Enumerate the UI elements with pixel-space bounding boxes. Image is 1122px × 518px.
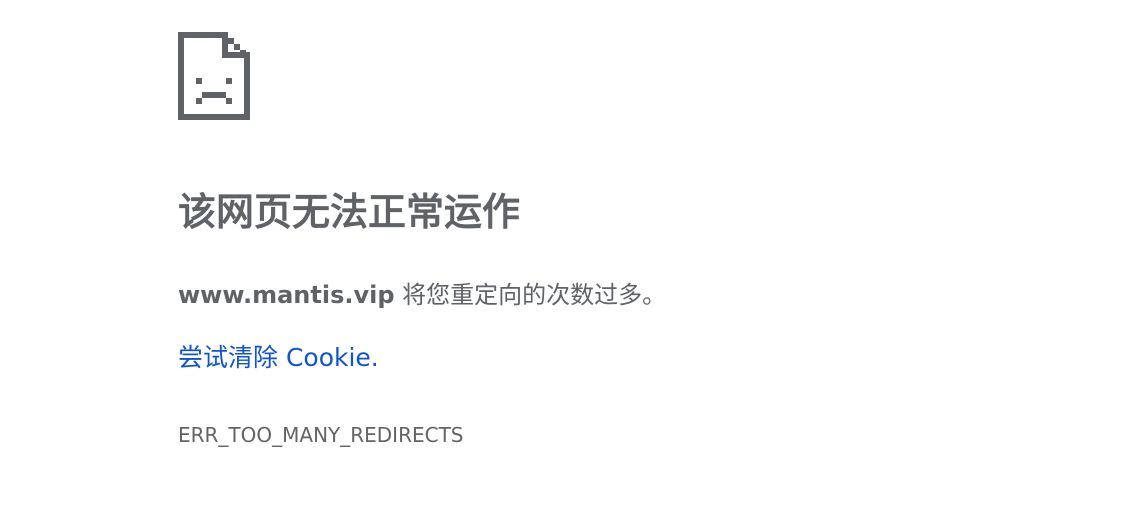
clear-cookies-link[interactable]: 尝试清除 Cookie. (178, 340, 379, 376)
page-title: 该网页无法正常运作 (178, 190, 521, 234)
host-name: www.mantis.vip (178, 281, 395, 309)
error-message: www.mantis.vip 将您重定向的次数过多。 (178, 278, 666, 312)
sad-page-icon (178, 32, 250, 120)
error-message-text: 将您重定向的次数过多。 (394, 281, 667, 309)
error-code: ERR_TOO_MANY_REDIRECTS (178, 423, 464, 447)
